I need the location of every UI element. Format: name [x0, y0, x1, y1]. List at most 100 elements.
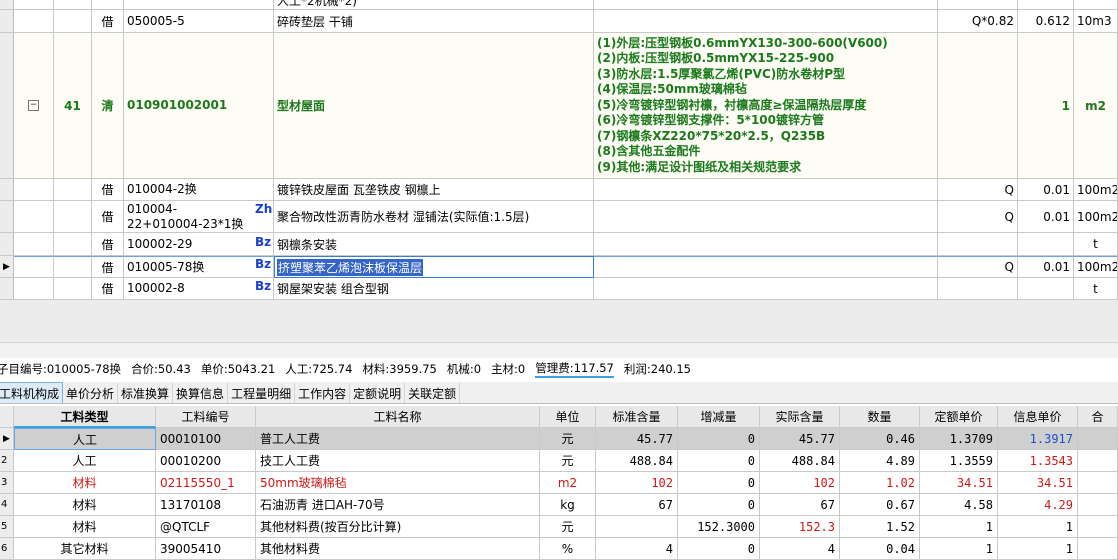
cell-quota-price[interactable]: 1.3559 — [920, 450, 998, 472]
tab-work-content[interactable]: 工作内容 — [295, 383, 351, 403]
tab-unit-price-analysis[interactable]: 单价分析 — [63, 383, 119, 403]
col-header-info-price[interactable]: 信息单价 — [998, 406, 1078, 428]
cell-quota-price[interactable]: 34.51 — [920, 472, 998, 494]
cell-info-price[interactable]: 4.29 — [998, 494, 1078, 516]
cell-info-price[interactable]: 1 — [998, 516, 1078, 538]
cell-std[interactable] — [596, 516, 678, 538]
table-row[interactable]: 借 050005-5 碎砖垫层 干铺 Q*0.82 0.612 10m3 — [0, 10, 1118, 33]
cell-code[interactable]: 13170108 — [156, 494, 256, 516]
cell-count[interactable]: 0.67 — [840, 494, 920, 516]
table-row[interactable]: 人工*2机械*2) — [0, 0, 1118, 10]
table-row[interactable]: 借 100002-8 钢屋架安装 组合型钢 t Bz — [0, 278, 1118, 300]
row-qty[interactable]: 0.01 — [1018, 256, 1074, 278]
col-header-std[interactable]: 标准含量 — [596, 406, 678, 428]
row-code[interactable]: 010004-2换 — [124, 179, 274, 201]
tab-quota-notes[interactable]: 定额说明 — [350, 383, 406, 403]
tab-material-composition[interactable]: 工料机构成 — [0, 382, 64, 403]
table-row-bill-item[interactable]: − 41 清 010901002001 型材屋面 (1)外层:压型钢板0.6mm… — [0, 33, 1118, 179]
cell-quota-price[interactable]: 1 — [920, 516, 998, 538]
cell-count[interactable]: 4.89 — [840, 450, 920, 472]
cell-count[interactable]: 0.46 — [840, 428, 920, 450]
row-code[interactable]: 100002-8 — [124, 278, 274, 300]
table-row[interactable]: 2 人工 00010200 技工人工费 元 488.84 0 488.84 4.… — [0, 450, 1118, 472]
table-row[interactable]: 3 材料 02115550_1 50mm玻璃棉毡 m2 102 0 102 1.… — [0, 472, 1118, 494]
cell-actual[interactable]: 45.77 — [760, 428, 840, 450]
row-name[interactable]: 钢檩条安装 — [274, 233, 594, 256]
cell-count[interactable]: 0.04 — [840, 538, 920, 560]
cell-std[interactable]: 488.84 — [596, 450, 678, 472]
row-qty-expr[interactable]: Q — [938, 179, 1018, 201]
table-row[interactable]: 借 100002-29 钢檩条安装 t Bz — [0, 233, 1118, 256]
row-name[interactable]: 镀锌铁皮屋面 瓦垄铁皮 钢檩上 — [274, 179, 594, 201]
cell-unit[interactable]: kg — [540, 494, 596, 516]
cell-delta[interactable]: 0 — [678, 428, 760, 450]
row-code[interactable]: 050005-5 — [124, 10, 274, 33]
cell-name[interactable]: 50mm玻璃棉毡 — [256, 472, 540, 494]
cell-quota-price[interactable]: 1 — [920, 538, 998, 560]
cell-delta[interactable]: 0 — [678, 538, 760, 560]
col-header-count[interactable]: 数量 — [840, 406, 920, 428]
col-header-unit[interactable]: 单位 — [540, 406, 596, 428]
cell-unit[interactable]: 元 — [540, 428, 596, 450]
col-header-type[interactable]: 工料类型 — [14, 406, 156, 428]
cell-unit[interactable]: 元 — [540, 516, 596, 538]
cell-std[interactable]: 45.77 — [596, 428, 678, 450]
table-row[interactable]: 5 材料 @QTCLF 其他材料费(按百分比计算) 元 152.3000 152… — [0, 516, 1118, 538]
row-name[interactable]: 钢屋架安装 组合型钢 — [274, 278, 594, 300]
cell-type[interactable]: 材料 — [14, 494, 156, 516]
cell-quota-price[interactable]: 4.58 — [920, 494, 998, 516]
cell-type[interactable]: 人工 — [14, 450, 156, 472]
cell-type[interactable]: 其它材料 — [14, 538, 156, 560]
col-header-delta[interactable]: 增减量 — [678, 406, 760, 428]
row-qty[interactable]: 1 — [1018, 33, 1074, 179]
cell-code[interactable]: 00010200 — [156, 450, 256, 472]
row-qty-expr[interactable]: Q — [938, 201, 1018, 233]
row-code[interactable]: 010005-78换 — [124, 256, 274, 278]
cell-quota-price[interactable]: 1.3709 — [920, 428, 998, 450]
tab-related-quota[interactable]: 关联定额 — [405, 383, 461, 403]
table-row-selected[interactable]: ▶ 借 010005-78换 挤塑聚苯乙烯泡沫板保温层 Q 0.01 100m2… — [0, 256, 1118, 278]
col-header-total[interactable]: 合 — [1078, 406, 1118, 428]
tab-standard-conversion[interactable]: 标准换算 — [118, 383, 174, 403]
cell-name[interactable]: 其他材料费 — [256, 538, 540, 560]
table-row-selected[interactable]: ▶ 人工 00010100 普工人工费 元 45.77 0 45.77 0.46… — [0, 428, 1118, 450]
cell-delta[interactable]: 152.3000 — [678, 516, 760, 538]
row-name-editing[interactable]: 挤塑聚苯乙烯泡沫板保温层 — [277, 258, 424, 276]
cell-info-price[interactable]: 34.51 — [998, 472, 1078, 494]
cell-actual[interactable]: 488.84 — [760, 450, 840, 472]
cell-info-price[interactable]: 1.3543 — [998, 450, 1078, 472]
cell-unit[interactable]: m2 — [540, 472, 596, 494]
tab-quantity-detail[interactable]: 工程量明细 — [228, 383, 296, 403]
col-header-quota-price[interactable]: 定额单价 — [920, 406, 998, 428]
table-row[interactable]: 借 010004-2换 镀锌铁皮屋面 瓦垄铁皮 钢檩上 Q 0.01 100m2 — [0, 179, 1118, 201]
row-name[interactable]: 碎砖垫层 干铺 — [274, 10, 594, 33]
cell-actual[interactable]: 4 — [760, 538, 840, 560]
col-header-code[interactable]: 工料编号 — [156, 406, 256, 428]
cell-actual[interactable]: 152.3 — [760, 516, 840, 538]
cell-name[interactable]: 石油沥青 进口AH-70号 — [256, 494, 540, 516]
table-row[interactable]: 6 其它材料 39005410 其他材料费 % 4 0 4 0.04 1 1 — [0, 538, 1118, 560]
col-header-name[interactable]: 工料名称 — [256, 406, 540, 428]
cell-info-price[interactable]: 1 — [998, 538, 1078, 560]
pane-splitter[interactable] — [0, 342, 1118, 358]
cell-delta[interactable]: 0 — [678, 472, 760, 494]
row-name[interactable]: 聚合物改性沥青防水卷材 湿铺法(实际值:1.5层) — [274, 201, 594, 233]
row-name[interactable]: 型材屋面 — [274, 33, 594, 179]
row-description[interactable]: (1)外层:压型钢板0.6mmYX130-300-600(V600) (2)内板… — [594, 33, 938, 179]
row-code[interactable]: 010004-22+010004-23*1换 — [124, 201, 274, 233]
col-header-actual[interactable]: 实际含量 — [760, 406, 840, 428]
cell-unit[interactable]: 元 — [540, 450, 596, 472]
table-row[interactable]: 4 材料 13170108 石油沥青 进口AH-70号 kg 67 0 67 0… — [0, 494, 1118, 516]
row-code[interactable]: 010901002001 — [124, 33, 274, 179]
cell-count[interactable]: 1.52 — [840, 516, 920, 538]
row-qty[interactable]: 0.01 — [1018, 179, 1074, 201]
cell-type[interactable]: 材料 — [14, 472, 156, 494]
row-qty[interactable]: 0.612 — [1018, 10, 1074, 33]
cell-info-price[interactable]: 1.3917 — [998, 428, 1078, 450]
cell-code[interactable]: 02115550_1 — [156, 472, 256, 494]
cell-type[interactable]: 材料 — [14, 516, 156, 538]
cell-unit[interactable]: % — [540, 538, 596, 560]
row-qty[interactable]: 0.01 — [1018, 201, 1074, 233]
cell-count[interactable]: 1.02 — [840, 472, 920, 494]
row-code[interactable]: 100002-29 — [124, 233, 274, 256]
